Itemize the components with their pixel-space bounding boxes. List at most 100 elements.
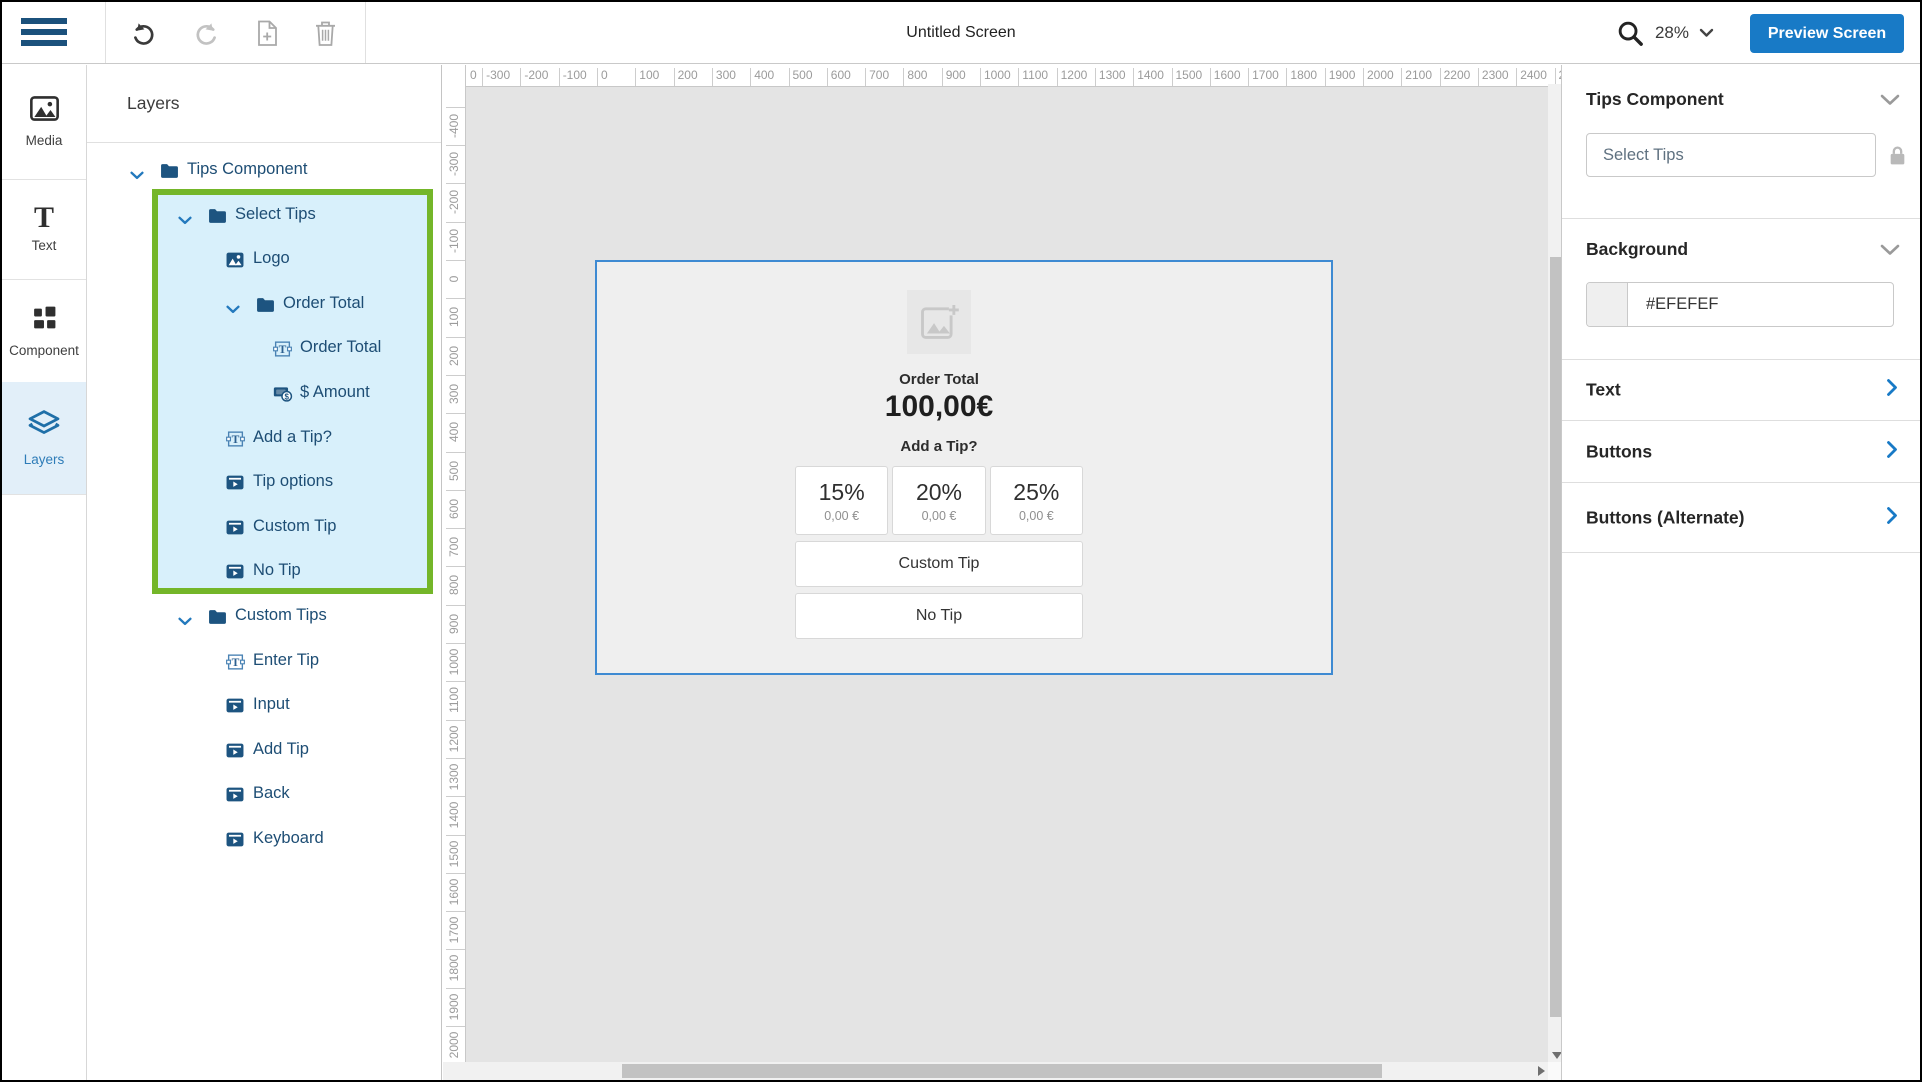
layer-row--amount[interactable]: $$ Amount: [87, 372, 442, 417]
order-total-label[interactable]: Order Total: [795, 371, 1083, 388]
layer-row-logo[interactable]: Logo: [87, 238, 442, 283]
ruler-tick: [446, 758, 465, 759]
ruler-label: 400: [447, 422, 461, 442]
horizontal-scrollbar[interactable]: [443, 1062, 1548, 1080]
collapse-section-button[interactable]: [1880, 93, 1900, 111]
color-swatch[interactable]: [1587, 283, 1628, 326]
new-screen-icon: [256, 20, 279, 47]
chevron-down-icon[interactable]: [226, 301, 240, 319]
ruler-label: 1900: [1329, 65, 1356, 86]
chevron-down-icon[interactable]: [130, 167, 144, 185]
order-total-amount[interactable]: 100,00€: [795, 390, 1083, 424]
ruler-tick: [446, 260, 465, 261]
scroll-right-arrow-icon[interactable]: [1538, 1066, 1545, 1076]
layer-row-tip-options[interactable]: Tip options: [87, 461, 442, 506]
tip-percent: 25%: [1013, 479, 1059, 506]
layer-row-select-tips[interactable]: Select Tips: [87, 194, 442, 239]
svg-text:T: T: [232, 433, 240, 446]
tips-component-selection[interactable]: Order Total 100,00€ Add a Tip? 15%0,00 €…: [595, 260, 1333, 675]
tip-option-button-15[interactable]: 15%0,00 €: [795, 466, 888, 535]
ruler-label: 2000: [1367, 65, 1394, 86]
chevron-down-icon[interactable]: [178, 613, 192, 631]
redo-button[interactable]: [194, 20, 220, 47]
layer-row-input[interactable]: Input: [87, 684, 442, 729]
app-window: Untitled Screen 28% Preview Screen Media…: [0, 0, 1922, 1082]
ruler-tick: [446, 681, 465, 682]
component-variant-input[interactable]: Select Tips: [1586, 133, 1876, 177]
ruler-tick: [1478, 68, 1479, 87]
vertical-ruler: -400-300-200-100010020030040050060070080…: [443, 65, 466, 1062]
tip-amount: 0,00 €: [1019, 509, 1054, 523]
ruler-tick: [559, 68, 560, 87]
horizontal-ruler: 0-300-200-100010020030040050060070080090…: [466, 65, 1565, 87]
new-screen-button[interactable]: [254, 20, 280, 47]
rail-item-text[interactable]: TText: [2, 179, 86, 280]
rail-item-media[interactable]: Media: [2, 65, 86, 180]
layer-row-enter-tip[interactable]: TEnter Tip: [87, 640, 442, 685]
layer-row-tips-component[interactable]: Tips Component: [87, 149, 442, 194]
canvas-viewport[interactable]: Order Total 100,00€ Add a Tip? 15%0,00 €…: [466, 87, 1548, 1062]
ruler-tick: [446, 873, 465, 874]
collapse-section-button[interactable]: [1880, 243, 1900, 261]
ruler-tick: [1095, 68, 1096, 87]
add-a-tip-label[interactable]: Add a Tip?: [795, 438, 1083, 455]
menu-icon: [21, 40, 67, 46]
ruler-tick: [1018, 68, 1019, 87]
delete-icon: [314, 20, 337, 47]
background-color-field[interactable]: #EFEFEF: [1586, 282, 1894, 327]
ruler-label: 1700: [447, 917, 461, 944]
layer-row-keyboard[interactable]: Keyboard: [87, 818, 442, 863]
horizontal-scrollbar-thumb[interactable]: [622, 1064, 1382, 1078]
chevron-down-icon[interactable]: [178, 212, 192, 230]
zoom-control[interactable]: 28%: [1616, 2, 1714, 64]
ruler-tick: [827, 68, 828, 87]
ruler-label: 2100: [1405, 65, 1432, 86]
delete-button[interactable]: [312, 20, 338, 47]
section-row-label: Text: [1586, 380, 1621, 401]
section-row-buttons-alternate-[interactable]: Buttons (Alternate): [1562, 483, 1920, 553]
text-widget-icon: T: [226, 654, 245, 675]
tip-options-row: 15%0,00 €20%0,00 € 25% 0,00 €: [795, 466, 1083, 535]
ruler-tick: [446, 796, 465, 797]
no-tip-button[interactable]: No Tip: [795, 593, 1083, 639]
logo-placeholder[interactable]: [907, 290, 971, 354]
lock-button[interactable]: [1889, 145, 1906, 171]
preview-screen-button[interactable]: Preview Screen: [1750, 14, 1904, 53]
ruler-label: -300: [447, 152, 461, 176]
ruler-label: 500: [447, 460, 461, 480]
ruler-tick: [712, 68, 713, 87]
section-row-text[interactable]: Text: [1562, 359, 1920, 421]
layer-row-back[interactable]: Back: [87, 773, 442, 818]
menu-button[interactable]: [18, 17, 70, 49]
layer-row-add-tip[interactable]: Add Tip: [87, 729, 442, 774]
layer-row-no-tip[interactable]: No Tip: [87, 550, 442, 595]
folder-icon: [160, 163, 179, 184]
ruler-tick: [446, 107, 465, 108]
ruler-tick: [446, 605, 465, 606]
layer-label: Tips Component: [187, 160, 307, 179]
layer-row-order-total[interactable]: TOrder Total: [87, 327, 442, 372]
toolbar-divider: [365, 2, 366, 63]
ruler-tick: [446, 949, 465, 950]
rail-item-component[interactable]: Component: [2, 279, 86, 383]
undo-button[interactable]: [130, 20, 156, 47]
layer-row-custom-tips[interactable]: Custom Tips: [87, 595, 442, 640]
ruler-label: 2300: [1482, 65, 1509, 86]
custom-tip-button[interactable]: Custom Tip: [795, 541, 1083, 587]
rail-item-layers[interactable]: Layers: [2, 382, 86, 495]
tip-option-button-25[interactable]: 25% 0,00 €: [990, 466, 1083, 535]
canvas-area: 0-300-200-100010020030040050060070080090…: [443, 65, 1565, 1080]
layer-row-order-total[interactable]: Order Total: [87, 283, 442, 328]
section-row-buttons[interactable]: Buttons: [1562, 421, 1920, 483]
button-widget-icon: [226, 787, 244, 807]
layer-row-add-a-tip-[interactable]: TAdd a Tip?: [87, 417, 442, 462]
ruler-tick: [446, 988, 465, 989]
tip-option-button-20[interactable]: 20%0,00 €: [892, 466, 985, 535]
ruler-tick: [903, 68, 904, 87]
ruler-label: 1600: [447, 878, 461, 905]
media-icon: [30, 96, 59, 126]
layer-row-custom-tip[interactable]: Custom Tip: [87, 506, 442, 551]
rail-item-label: Text: [32, 238, 57, 253]
chevron-down-icon: [1699, 28, 1714, 38]
ruler-label: 800: [907, 65, 927, 86]
